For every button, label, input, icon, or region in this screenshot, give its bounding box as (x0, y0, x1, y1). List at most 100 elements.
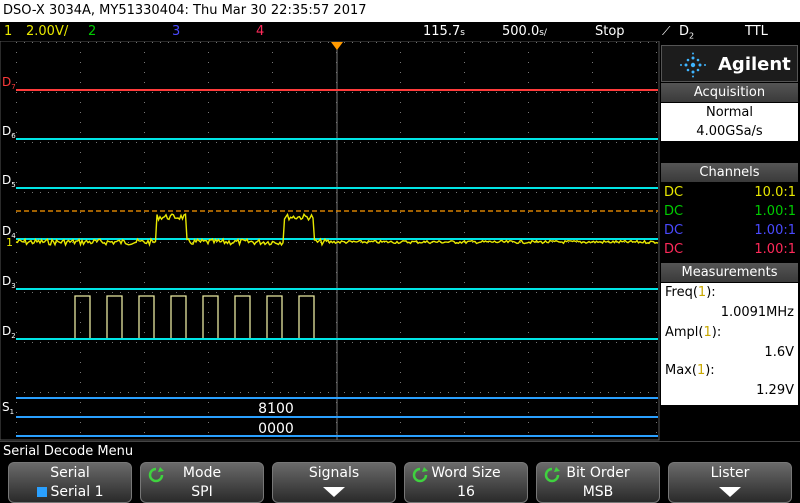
channel-1-row: DC 10.0:1 (664, 183, 796, 202)
signals-softkey[interactable]: Signals (272, 462, 396, 503)
ch4-probe: 1.00:1 (754, 242, 796, 257)
sample-rate: 4.00GSa/s (696, 124, 763, 139)
serial-softkey[interactable]: Serial Serial 1 (8, 462, 132, 503)
d6-label-letter: D (2, 124, 11, 138)
serial-color-swatch-icon (36, 487, 47, 497)
trigger-position-marker[interactable] (331, 42, 343, 50)
word-size-softkey-label: Word Size (431, 465, 501, 481)
d5-label[interactable]: D5 (2, 173, 16, 189)
decode-value-row2: 0000 (258, 421, 294, 437)
measurement-2-source: 1 (703, 325, 712, 340)
d6-label[interactable]: D6 (2, 124, 16, 140)
time-per-division[interactable]: 500.0s/ (502, 22, 547, 43)
lister-softkey[interactable]: Lister (668, 462, 792, 503)
ch2-probe: 1.00:1 (754, 204, 796, 219)
d2-label-letter: D (2, 324, 11, 338)
ch4-coupling: DC (664, 242, 684, 257)
channels-panel[interactable]: DC 10.0:1 DC 1.00:1 DC 1.00:1 DC 1.00:1 (661, 183, 798, 263)
mode-softkey[interactable]: Mode SPI (140, 462, 264, 503)
agilent-spark-icon (680, 52, 706, 78)
measurement-3-label: Max(1): (665, 363, 715, 378)
d5-label-letter: D (2, 173, 11, 187)
serial-softkey-label: Serial (50, 465, 90, 481)
trigger-edge-icon: ⟋ (662, 24, 671, 38)
d3-label[interactable]: D3 (2, 274, 16, 290)
d2-label-number: 2 (11, 332, 15, 340)
s1-label-letter: S (2, 400, 10, 414)
d7-label-number: 7 (11, 83, 15, 91)
s1-label-number: 1 (10, 408, 14, 416)
ch1-scale[interactable]: 2.00V/ (26, 22, 68, 41)
display-border (0, 41, 660, 441)
time-reference[interactable]: 115.7s (423, 22, 465, 43)
softkey-bar: Serial Serial 1 Mode SPI Signals Word Si… (0, 462, 800, 503)
d5-label-number: 5 (11, 181, 15, 189)
ch1-number[interactable]: 1 (4, 22, 12, 41)
measurement-1-label: Freq(1): (665, 285, 716, 300)
d7-label[interactable]: D7 (2, 75, 16, 91)
channel-4-row: DC 1.00:1 (664, 240, 796, 259)
time-per-division-unit: s/ (539, 28, 547, 38)
measurement-3-close: ): (705, 363, 715, 378)
word-size-softkey[interactable]: Word Size 16 (404, 462, 528, 503)
ch4-number[interactable]: 4 (256, 22, 264, 41)
channels-header: Channels (661, 163, 798, 182)
d3-label-letter: D (2, 274, 11, 288)
ch3-coupling: DC (664, 223, 684, 238)
trigger-source-number: 2 (689, 31, 695, 41)
ch2-coupling: DC (664, 204, 684, 219)
word-size-softkey-value: 16 (457, 484, 475, 500)
menu-title: Serial Decode Menu (0, 441, 800, 460)
d7-label-letter: D (2, 75, 11, 89)
info-panel: Agilent Acquisition Normal 4.00GSa/s Cha… (660, 43, 800, 441)
measurement-3-source: 1 (696, 363, 706, 378)
serial-softkey-value-text: Serial 1 (50, 484, 104, 500)
measurement-3-value: 1.29V (756, 383, 794, 398)
d2-label[interactable]: D2 (2, 324, 16, 340)
channel-2-row: DC 1.00:1 (664, 202, 796, 221)
time-reference-value: 115.7 (423, 24, 461, 39)
mode-softkey-label: Mode (182, 465, 222, 481)
d6-label-number: 6 (11, 132, 16, 140)
time-per-division-value: 500.0 (502, 24, 540, 39)
brand-name: Agilent (718, 54, 791, 75)
measurements-panel[interactable]: Freq(1): 1.0091MHz Ampl(1): 1.6V Max(1):… (661, 283, 798, 405)
ch3-probe: 1.00:1 (754, 223, 796, 238)
d3-label-number: 3 (11, 282, 15, 290)
ch1-coupling: DC (664, 185, 684, 200)
trigger-level[interactable]: TTL (745, 22, 768, 41)
acquisition-panel[interactable]: Normal 4.00GSa/s (661, 103, 798, 141)
ch3-number[interactable]: 3 (172, 22, 180, 41)
measurement-2-close: ): (711, 325, 722, 340)
signals-softkey-label: Signals (308, 465, 360, 481)
title-bar: DSO-X 3034A, MY51330404: Thu Mar 30 22:3… (0, 0, 800, 22)
measurement-1-source: 1 (697, 285, 707, 300)
acquisition-header: Acquisition (661, 83, 798, 102)
s1-label[interactable]: S1 (2, 400, 14, 416)
measurement-2-value: 1.6V (764, 345, 794, 360)
mode-softkey-value: SPI (191, 484, 213, 500)
decode-value-row1: 8100 (258, 401, 294, 417)
ch1-ground-marker[interactable]: 1 (6, 236, 13, 249)
ch2-number[interactable]: 2 (88, 22, 96, 41)
run-state[interactable]: Stop (595, 22, 625, 41)
measurement-3-name: Max( (665, 363, 697, 378)
bit-order-softkey-value: MSB (582, 484, 614, 500)
brand-logo: Agilent (661, 45, 798, 82)
bit-order-softkey-label: Bit Order (566, 465, 630, 481)
measurement-1-close: ): (706, 285, 716, 300)
measurements-header: Measurements (661, 263, 798, 282)
lister-softkey-label: Lister (710, 465, 750, 481)
time-reference-unit: s (460, 28, 465, 38)
serial-softkey-value: Serial 1 (9, 483, 131, 501)
measurement-2-label: Ampl(1): (665, 325, 721, 340)
acquisition-mode: Normal (705, 105, 754, 120)
trigger-source-letter: D (679, 24, 690, 39)
waveform-display[interactable]: 8100 0000 D7 D6 D5 D4 D3 D2 S1 1 (0, 41, 660, 441)
measurement-1-value: 1.0091MHz (720, 305, 794, 320)
lister-submenu-arrow-icon (669, 483, 791, 502)
channel-3-row: DC 1.00:1 (664, 221, 796, 240)
signals-submenu-arrow-icon (273, 483, 395, 502)
measurement-2-name: Ampl( (665, 325, 704, 340)
bit-order-softkey[interactable]: Bit Order MSB (536, 462, 660, 503)
